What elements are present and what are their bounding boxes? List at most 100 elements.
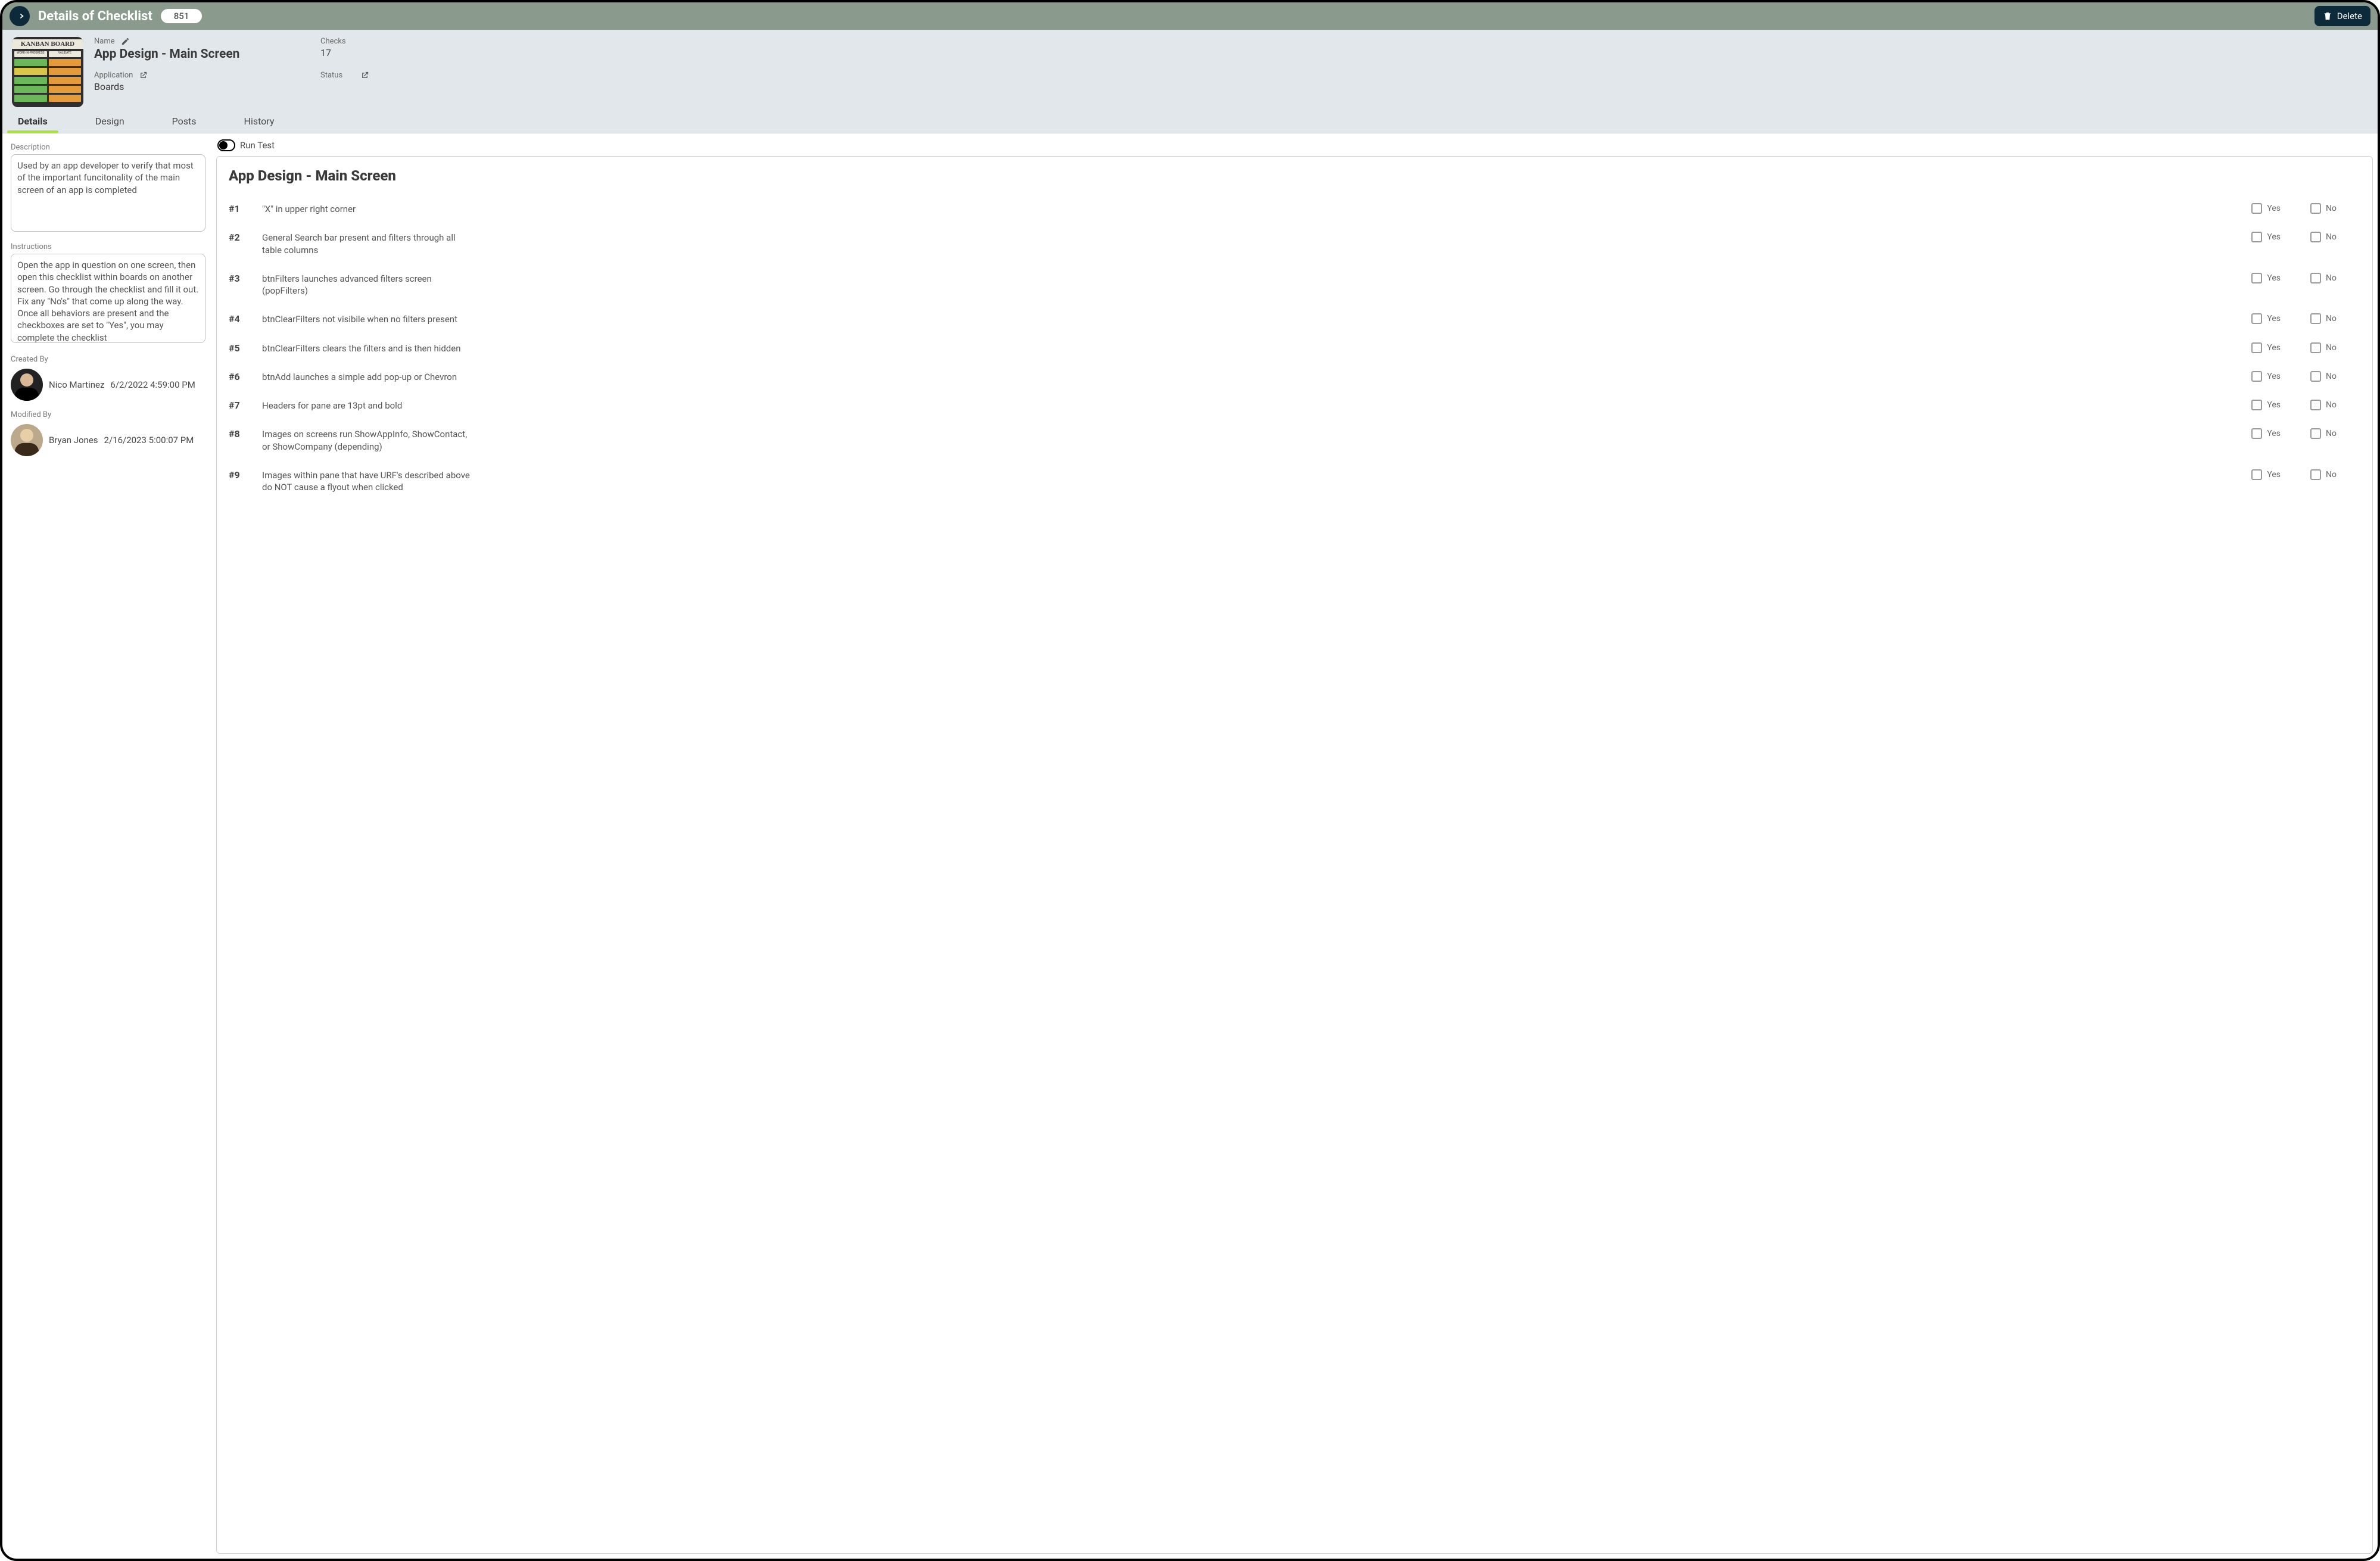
checkbox-box[interactable] xyxy=(2251,342,2262,353)
checkbox-no[interactable]: No xyxy=(2310,428,2337,439)
external-link-icon[interactable] xyxy=(139,71,148,80)
checklist-row: #2General Search bar present and filters… xyxy=(229,223,2360,264)
avatar[interactable] xyxy=(11,369,43,401)
checkbox-yes[interactable]: Yes xyxy=(2251,232,2281,242)
checklist-row: #3 btnFilters launches advanced filters s… xyxy=(229,264,2360,306)
checkbox-label: Yes xyxy=(2267,470,2281,479)
trash-icon xyxy=(2323,11,2332,21)
checklist-row: #6btnAdd launches a simple add pop-up or… xyxy=(229,363,2360,391)
checkbox-label: No xyxy=(2326,273,2337,283)
checkbox-no[interactable]: No xyxy=(2310,371,2337,382)
checkbox-box[interactable] xyxy=(2251,203,2262,214)
thumb-col-label: WORK-IN-PROGRESS xyxy=(14,51,47,57)
checklist-options: Yes No xyxy=(2251,273,2360,283)
arrow-right-icon xyxy=(14,11,25,21)
instructions-input[interactable] xyxy=(11,254,205,343)
checkbox-box[interactable] xyxy=(2310,469,2321,480)
checkbox-label: No xyxy=(2326,204,2337,213)
avatar[interactable] xyxy=(11,424,43,456)
checkbox-label: Yes xyxy=(2267,429,2281,438)
checklist-options: Yes No xyxy=(2251,371,2360,382)
application-label: Application xyxy=(94,71,303,80)
delete-button[interactable]: Delete xyxy=(2314,6,2370,26)
thumbnail-title: KANBAN BOARD xyxy=(12,39,83,49)
checklist-number: #7 xyxy=(229,400,250,411)
checklist-text: btnFilters launches advanced filters scr… xyxy=(262,273,476,297)
checkbox-box[interactable] xyxy=(2310,313,2321,324)
id-badge: 851 xyxy=(161,9,203,23)
info-panel: KANBAN BOARD WORK-IN-PROGRESS VALIDATE N… xyxy=(2,30,2378,107)
checkbox-yes[interactable]: Yes xyxy=(2251,469,2281,480)
description-input[interactable] xyxy=(11,154,205,232)
checkbox-box[interactable] xyxy=(2251,273,2262,283)
checkbox-no[interactable]: No xyxy=(2310,469,2337,480)
checks-label: Checks xyxy=(320,37,440,46)
external-link-icon[interactable] xyxy=(360,71,369,80)
checkbox-no[interactable]: No xyxy=(2310,273,2337,283)
checklist-options: Yes No xyxy=(2251,313,2360,324)
name-value: App Design - Main Screen xyxy=(94,47,303,61)
application-value: Boards xyxy=(94,81,303,92)
checkbox-box[interactable] xyxy=(2251,371,2262,382)
checklist-number: #3 xyxy=(229,273,250,284)
checkbox-no[interactable]: No xyxy=(2310,313,2337,324)
checkbox-box[interactable] xyxy=(2310,273,2321,283)
description-label: Description xyxy=(11,143,205,152)
created-by-name: Nico Martinez xyxy=(49,379,104,390)
checklist-options: Yes No xyxy=(2251,203,2360,214)
checks-value: 17 xyxy=(320,47,440,58)
run-test-row: Run Test xyxy=(214,133,2378,156)
checkbox-yes[interactable]: Yes xyxy=(2251,400,2281,410)
checkbox-box[interactable] xyxy=(2251,313,2262,324)
checklist-row: #4btnClearFilters not visibile when no f… xyxy=(229,305,2360,334)
checklist-row: #8Images on screens run ShowAppInfo, Sho… xyxy=(229,420,2360,461)
checkbox-label: No xyxy=(2326,372,2337,381)
checkbox-box[interactable] xyxy=(2310,400,2321,410)
thumbnail[interactable]: KANBAN BOARD WORK-IN-PROGRESS VALIDATE xyxy=(12,37,83,107)
checkbox-box[interactable] xyxy=(2310,371,2321,382)
checkbox-yes[interactable]: Yes xyxy=(2251,313,2281,324)
checklist-text: Images within pane that have URF's descr… xyxy=(262,469,476,494)
checklist-options: Yes No xyxy=(2251,400,2360,410)
checklist-number: #2 xyxy=(229,232,250,243)
delete-label: Delete xyxy=(2337,11,2362,21)
checklist-title: App Design - Main Screen xyxy=(229,167,2360,184)
back-button[interactable] xyxy=(10,6,30,26)
checkbox-label: Yes xyxy=(2267,204,2281,213)
checkbox-label: Yes xyxy=(2267,314,2281,323)
checkbox-box[interactable] xyxy=(2251,469,2262,480)
checkbox-yes[interactable]: Yes xyxy=(2251,428,2281,439)
checklist-text: btnClearFilters clears the filters and i… xyxy=(262,342,476,354)
checklist-number: #9 xyxy=(229,469,250,481)
checkbox-label: No xyxy=(2326,400,2337,410)
checkbox-box[interactable] xyxy=(2310,342,2321,353)
tab-design[interactable]: Design xyxy=(89,107,130,133)
checkbox-no[interactable]: No xyxy=(2310,232,2337,242)
modified-by-label: Modified By xyxy=(11,410,205,419)
checkbox-no[interactable]: No xyxy=(2310,342,2337,353)
checkbox-box[interactable] xyxy=(2251,232,2262,242)
checkbox-label: No xyxy=(2326,232,2337,242)
checkbox-label: Yes xyxy=(2267,343,2281,353)
checkbox-box[interactable] xyxy=(2310,428,2321,439)
checkbox-box[interactable] xyxy=(2251,428,2262,439)
checkbox-no[interactable]: No xyxy=(2310,400,2337,410)
checklist-number: #6 xyxy=(229,371,250,382)
tab-history[interactable]: History xyxy=(238,107,281,133)
checkbox-no[interactable]: No xyxy=(2310,203,2337,214)
checkbox-yes[interactable]: Yes xyxy=(2251,342,2281,353)
checkbox-yes[interactable]: Yes xyxy=(2251,203,2281,214)
checkbox-box[interactable] xyxy=(2251,400,2262,410)
checklist-text: "X" in upper right corner xyxy=(262,203,476,215)
edit-icon[interactable] xyxy=(121,37,130,46)
checkbox-label: No xyxy=(2326,314,2337,323)
checkbox-box[interactable] xyxy=(2310,203,2321,214)
run-test-toggle[interactable] xyxy=(217,139,235,151)
checkbox-yes[interactable]: Yes xyxy=(2251,273,2281,283)
tab-posts[interactable]: Posts xyxy=(166,107,203,133)
checkbox-box[interactable] xyxy=(2310,232,2321,242)
header-bar: Details of Checklist 851 Delete xyxy=(2,2,2378,30)
checkbox-yes[interactable]: Yes xyxy=(2251,371,2281,382)
tab-details[interactable]: Details xyxy=(12,107,54,133)
checklist-panel[interactable]: App Design - Main Screen #1"X" in upper … xyxy=(216,156,2373,1554)
